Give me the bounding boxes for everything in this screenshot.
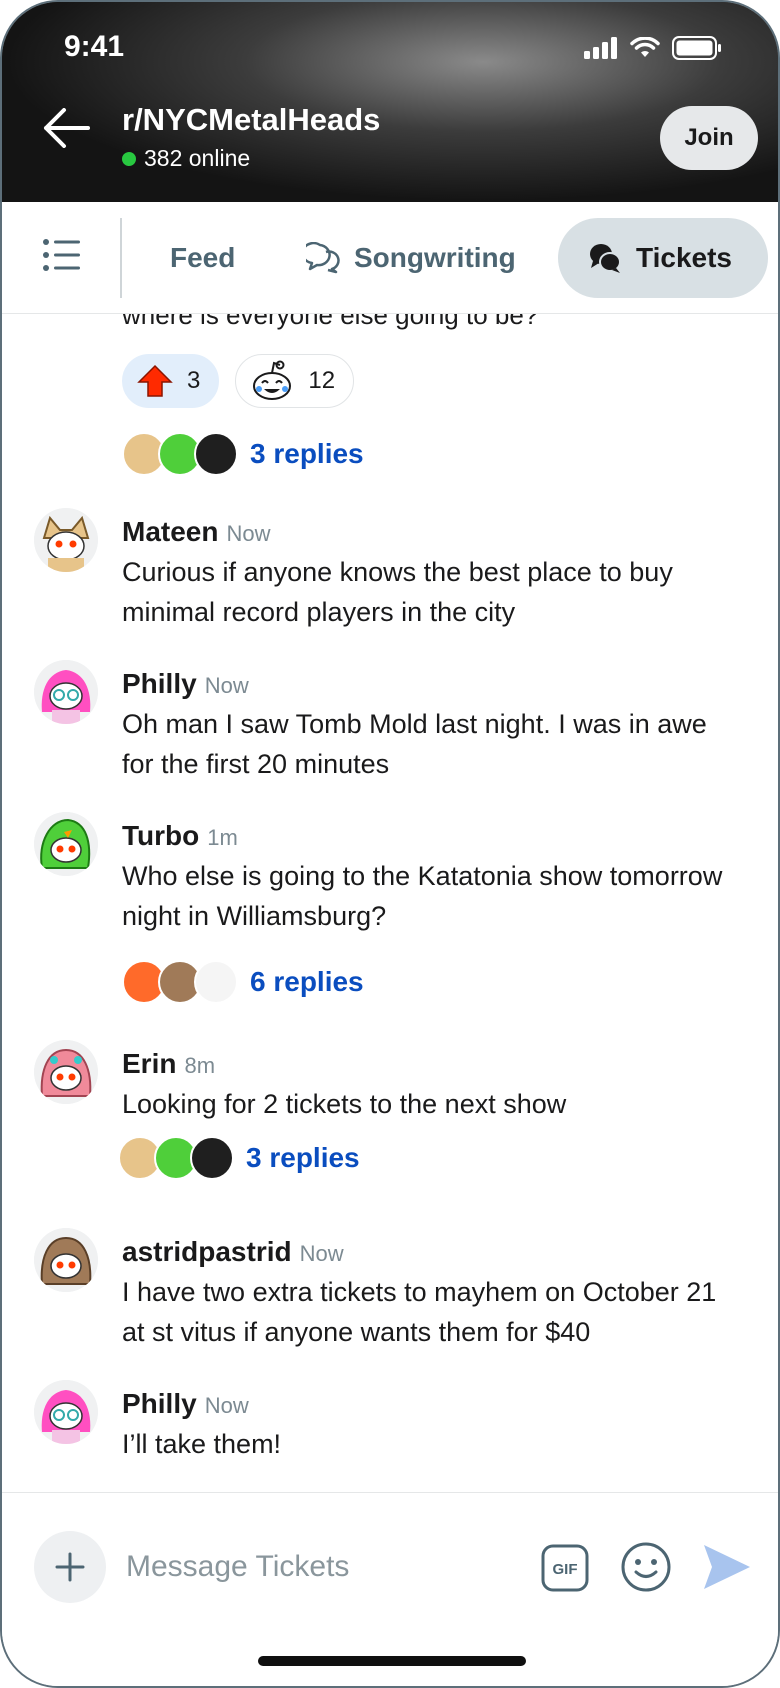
reaction-laughing[interactable]: 12: [235, 354, 355, 408]
message-input[interactable]: [126, 1533, 516, 1601]
avatar[interactable]: [34, 1228, 98, 1292]
signal-icon: [584, 37, 617, 59]
online-text: 382 online: [144, 145, 251, 171]
send-icon: [704, 1545, 750, 1589]
avatar[interactable]: [34, 812, 98, 876]
timestamp: Now: [204, 1393, 249, 1418]
avatar: [190, 1136, 234, 1180]
replies-link[interactable]: 6 replies: [122, 960, 364, 1004]
channel-list-button[interactable]: [42, 238, 94, 278]
message-text: where is everyone else going to be?: [122, 314, 539, 330]
reactions-row: 3 12: [122, 354, 355, 408]
reply-avatars: [118, 1136, 234, 1180]
reaction-count: 3: [187, 367, 201, 394]
community-header: 9:41 r/NYCMetalHeads 382 online Join: [2, 2, 778, 202]
message-header: Philly Now: [122, 668, 249, 700]
message-header: Erin 8m: [122, 1048, 215, 1080]
snoo-avatar-icon: [34, 1228, 98, 1292]
timestamp: 8m: [184, 1053, 216, 1078]
back-button[interactable]: [38, 100, 94, 156]
smiley-icon: [621, 1542, 671, 1592]
reaction-upvote[interactable]: 3: [122, 354, 220, 408]
tab-divider: [120, 218, 122, 298]
send-button[interactable]: [700, 1541, 752, 1593]
svg-text:GIF: GIF: [553, 1561, 578, 1578]
message-header: astridpastrid Now: [122, 1236, 344, 1268]
avatar: [194, 960, 238, 1004]
tab-tickets-label: Tickets: [636, 242, 732, 273]
replies-link[interactable]: 3 replies: [122, 432, 364, 476]
gif-icon: GIF: [541, 1544, 589, 1592]
avatar[interactable]: [34, 1380, 98, 1444]
avatar[interactable]: [34, 660, 98, 724]
message-text: I have two extra tickets to mayhem on Oc…: [122, 1277, 717, 1347]
status-bar: 9:41: [2, 2, 778, 94]
tab-feed[interactable]: Feed: [170, 218, 235, 298]
channel-tabs: Feed Songwriting Tickets: [2, 202, 778, 314]
username[interactable]: Mateen: [122, 516, 218, 548]
chat-bubbles-outline-icon: [306, 242, 340, 274]
online-dot-icon: [122, 151, 136, 166]
snoo-avatar-icon: [34, 508, 98, 572]
online-count: 382 online: [122, 145, 250, 172]
emoji-button[interactable]: [620, 1541, 672, 1593]
upvote-icon: [137, 364, 173, 397]
wifi-icon: [630, 37, 660, 57]
replies-label: 3 replies: [246, 1142, 360, 1173]
username[interactable]: Erin: [122, 1048, 176, 1080]
reply-avatars: [122, 960, 238, 1004]
battery-icon: [672, 36, 721, 60]
snoo-avatar-icon: [34, 1040, 98, 1104]
snoo-avatar-icon: [34, 1380, 98, 1444]
phone-frame: 9:41 r/NYCMetalHeads 382 online Join Fee…: [0, 0, 780, 1688]
status-icons: [584, 36, 722, 60]
timestamp: 1m: [207, 825, 238, 850]
community-title: r/NYCMetalHeads: [122, 102, 381, 137]
reaction-count: 12: [308, 367, 336, 394]
replies-label: 6 replies: [250, 966, 364, 997]
message-text: Oh man I saw Tomb Mold last night. I was…: [122, 709, 707, 779]
snoo-avatar-icon: [34, 660, 98, 724]
username[interactable]: Turbo: [122, 820, 199, 852]
username[interactable]: Philly: [122, 1388, 197, 1420]
replies-label: 3 replies: [250, 438, 364, 469]
avatar[interactable]: [34, 508, 98, 572]
tab-tickets[interactable]: Tickets: [558, 218, 768, 298]
add-attachment-button[interactable]: [34, 1531, 106, 1603]
chat-bubbles-filled-icon: [590, 244, 621, 273]
join-button[interactable]: Join: [660, 106, 758, 170]
message-text: Curious if anyone knows the best place t…: [122, 557, 673, 627]
timestamp: Now: [299, 1241, 344, 1266]
arrow-left-icon: [44, 108, 90, 148]
tab-songwriting[interactable]: Songwriting: [306, 218, 516, 298]
message-header: Philly Now: [122, 1388, 249, 1420]
snoo-avatar-icon: [34, 812, 98, 876]
message-text: Who else is going to the Katatonia show …: [122, 861, 723, 931]
username[interactable]: Philly: [122, 668, 197, 700]
list-icon: [43, 239, 80, 271]
status-time: 9:41: [64, 30, 125, 63]
laughing-snoo-icon: [253, 360, 292, 400]
reply-avatars: [122, 432, 238, 476]
plus-icon: [55, 1552, 85, 1582]
message-header: Turbo 1m: [122, 820, 238, 852]
timestamp: Now: [226, 521, 271, 546]
replies-link[interactable]: 3 replies: [118, 1136, 360, 1180]
tab-songwriting-label: Songwriting: [354, 242, 516, 273]
home-indicator[interactable]: [258, 1656, 526, 1666]
avatar[interactable]: [34, 1040, 98, 1104]
username[interactable]: astridpastrid: [122, 1236, 292, 1268]
gif-button[interactable]: GIF: [540, 1543, 590, 1593]
message-text: I’ll take them!: [122, 1429, 282, 1459]
timestamp: Now: [204, 673, 249, 698]
message-header: Mateen Now: [122, 516, 270, 548]
message-text: Looking for 2 tickets to the next show: [122, 1089, 567, 1119]
message-feed[interactable]: where is everyone else going to be? 3 12: [2, 314, 778, 1490]
avatar: [194, 432, 238, 476]
tab-feed-label: Feed: [170, 242, 236, 273]
